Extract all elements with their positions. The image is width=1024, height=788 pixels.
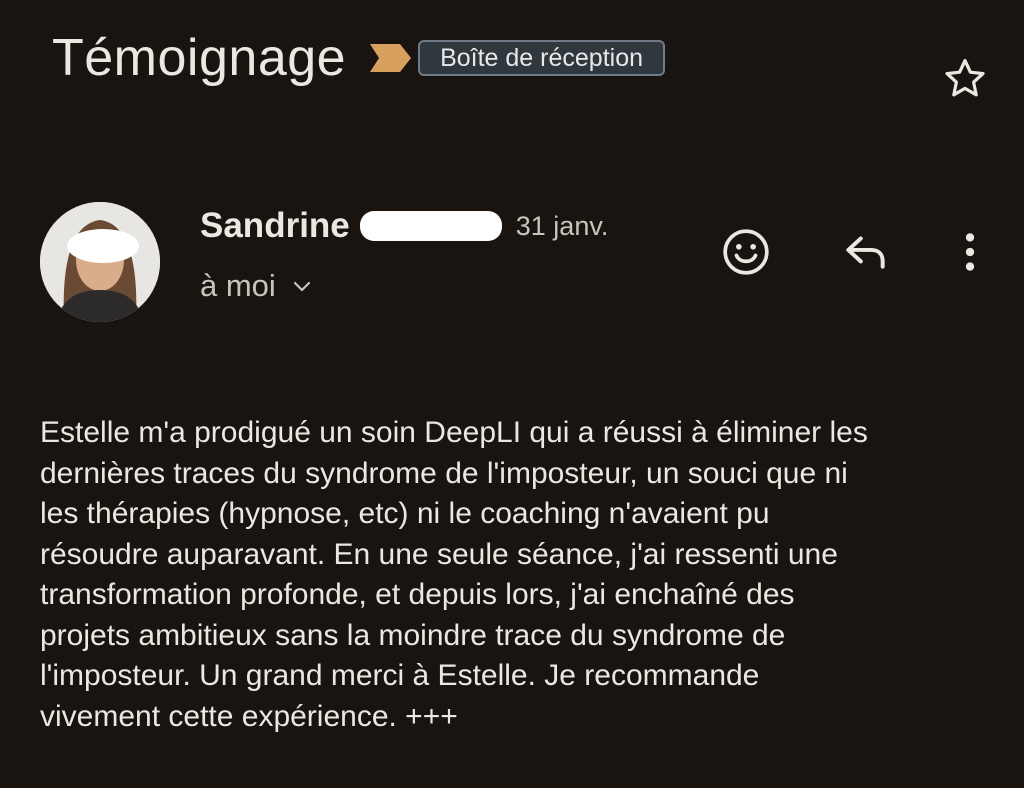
sender-name[interactable]: Sandrine: [200, 206, 350, 246]
more-vertical-icon: [965, 233, 975, 271]
chevron-down-icon: [290, 274, 314, 298]
email-subject: Témoignage: [52, 29, 347, 87]
redaction-mark: [359, 211, 502, 241]
inbox-label-chip[interactable]: Boîte de réception: [418, 40, 665, 76]
sender-avatar[interactable]: [40, 202, 160, 322]
sender-line: Sandrine 31 janv.: [200, 202, 608, 250]
emoji-reaction-button[interactable]: [718, 224, 774, 280]
recipient-text: à moi: [200, 268, 276, 303]
star-button[interactable]: [938, 52, 992, 106]
star-outline-icon: [945, 59, 985, 97]
subject-header: Témoignage Boîte de réception: [52, 22, 665, 94]
sender-block: Sandrine 31 janv. à moi: [200, 202, 608, 306]
reply-icon: [846, 236, 885, 269]
more-options-button[interactable]: [942, 224, 998, 280]
recipient-details-toggle[interactable]: à moi: [200, 266, 608, 306]
sent-date: 31 janv.: [515, 210, 609, 241]
smiley-icon: [723, 229, 769, 275]
reply-button[interactable]: [838, 224, 894, 280]
importance-marker-icon[interactable]: [370, 43, 412, 73]
email-body-text: Estelle m'a prodigué un soin DeepLI qui …: [40, 416, 868, 733]
